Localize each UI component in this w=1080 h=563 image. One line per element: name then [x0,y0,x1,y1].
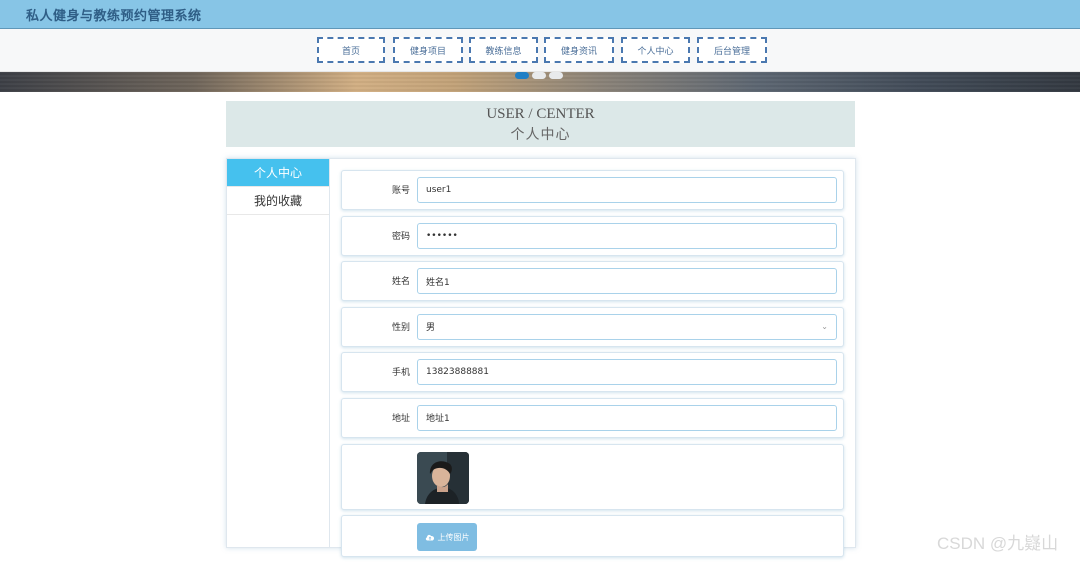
nav-item-fitness-projects[interactable]: 健身项目 [393,37,463,63]
user-center-panel: 个人中心 我的收藏 账号 user1 密码 •••••• 姓名 姓名1 性别 男… [226,158,856,558]
gender-selected-value: 男 [426,323,436,334]
main-navigation: 首页 健身项目 教练信息 健身资讯 个人中心 后台管理 [0,29,1080,72]
carousel-dot-2[interactable] [532,72,546,79]
upload-image-button[interactable]: 上传图片 [417,523,477,552]
nav-item-home[interactable]: 首页 [317,37,385,63]
form-row-gender: 性别 男 ⌄ [341,306,844,347]
form-row-upload: 上传图片 [341,515,844,558]
gender-select[interactable]: 男 ⌄ [417,313,837,340]
upload-button-label: 上传图片 [437,532,470,542]
form-row-account: 账号 user1 [341,170,844,210]
account-label: 账号 [391,186,410,196]
address-input[interactable]: 地址1 [417,404,837,431]
chevron-down-icon: ⌄ [821,321,828,331]
password-label: 密码 [391,231,410,242]
profile-form: 账号 user1 密码 •••••• 姓名 姓名1 性别 男 ⌄ 手机 1382… [341,170,844,563]
carousel-indicators [515,72,563,80]
phone-label: 手机 [391,368,410,379]
nav-item-fitness-news[interactable]: 健身资讯 [544,37,614,63]
form-row-name: 姓名 姓名1 [341,261,844,302]
form-row-phone: 手机 13823888881 [341,352,844,393]
sidebar-item-personal-center[interactable]: 个人中心 [227,159,329,187]
cloud-upload-icon [425,535,434,541]
password-input[interactable]: •••••• [417,222,837,249]
account-input[interactable]: user1 [417,177,837,203]
sidebar-item-my-favorites[interactable]: 我的收藏 [227,187,329,215]
form-row-address: 地址 地址1 [341,397,844,438]
section-heading-zh: 个人中心 [510,127,571,143]
carousel-dot-1[interactable] [515,72,529,79]
nav-item-coach-info[interactable]: 教练信息 [469,37,538,63]
nav-item-personal-center[interactable]: 个人中心 [621,37,690,63]
form-row-photo [341,443,844,510]
sidebar: 个人中心 我的收藏 [227,159,330,547]
form-row-password: 密码 •••••• [341,215,844,256]
name-label: 姓名 [391,277,410,288]
watermark: CSDN @九嶷山 [937,534,1059,553]
name-input[interactable]: 姓名1 [417,268,837,295]
top-header-bar: 私人健身与教练预约管理系统 [0,0,1080,29]
section-heading-en: USER / CENTER [486,106,595,122]
nav-item-admin[interactable]: 后台管理 [697,37,767,63]
gender-label: 性别 [391,322,410,333]
address-label: 地址 [391,413,410,424]
carousel-dot-3[interactable] [549,72,563,79]
phone-input[interactable]: 13823888881 [417,359,837,386]
app-title: 私人健身与教练预约管理系统 [26,9,202,24]
avatar-photo [417,451,469,504]
section-heading: USER / CENTER 个人中心 [226,101,855,147]
